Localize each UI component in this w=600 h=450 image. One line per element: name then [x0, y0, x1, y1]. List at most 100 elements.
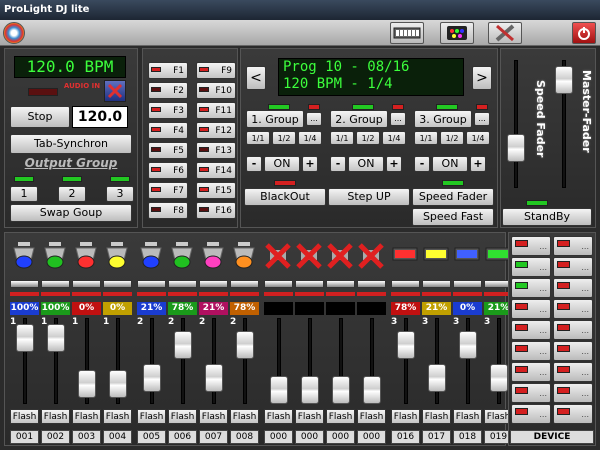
- power-icon[interactable]: [572, 22, 596, 44]
- channel-select-bar[interactable]: [168, 280, 197, 288]
- par-light-red-icon[interactable]: [72, 240, 100, 270]
- group-1-button[interactable]: 1. Group: [246, 110, 304, 128]
- disabled-x-icon[interactable]: [326, 240, 354, 270]
- tools-icon[interactable]: [488, 22, 522, 44]
- channel-flash-button[interactable]: Flash: [326, 409, 355, 424]
- channel-select-bar[interactable]: [137, 280, 166, 288]
- group-2-fraction-button[interactable]: 1/1: [330, 131, 354, 145]
- channel-fader-knob[interactable]: [363, 376, 381, 404]
- disabled-x-icon[interactable]: [357, 240, 385, 270]
- disabled-x-icon[interactable]: [295, 240, 323, 270]
- device-button[interactable]: ...: [511, 236, 551, 256]
- par-light-magenta-icon[interactable]: [199, 240, 227, 270]
- disabled-x-icon[interactable]: [264, 240, 292, 270]
- channel-select-bar[interactable]: [10, 280, 39, 288]
- program-next-button[interactable]: >: [472, 66, 492, 90]
- channel-fader-knob[interactable]: [205, 364, 223, 392]
- device-button[interactable]: ...: [511, 341, 551, 361]
- tab-synchron-button[interactable]: Tab-Synchron: [10, 134, 132, 154]
- group-3-minus-button[interactable]: -: [414, 156, 430, 172]
- channel-flash-button[interactable]: Flash: [422, 409, 451, 424]
- device-button[interactable]: ...: [511, 383, 551, 403]
- group-1-plus-button[interactable]: +: [302, 156, 318, 172]
- channel-flash-button[interactable]: Flash: [264, 409, 293, 424]
- group-1-fraction-button[interactable]: 1/4: [298, 131, 322, 145]
- group-1-more-button[interactable]: ...: [306, 112, 322, 126]
- device-button[interactable]: ...: [511, 320, 551, 340]
- group-1-fraction-button[interactable]: 1/2: [272, 131, 296, 145]
- step-up-button[interactable]: Step UP: [328, 188, 410, 206]
- channel-select-bar[interactable]: [264, 280, 293, 288]
- channel-fader-knob[interactable]: [174, 331, 192, 359]
- channel-select-bar[interactable]: [72, 280, 101, 288]
- group-2-fraction-button[interactable]: 1/2: [356, 131, 380, 145]
- channel-select-bar[interactable]: [422, 280, 451, 288]
- group-3-plus-button[interactable]: +: [470, 156, 486, 172]
- par-light-blue-icon[interactable]: [137, 240, 165, 270]
- master-fader-knob[interactable]: [555, 66, 573, 94]
- channel-fader-knob[interactable]: [397, 331, 415, 359]
- channel-select-bar[interactable]: [326, 280, 355, 288]
- channel-fader-knob[interactable]: [143, 364, 161, 392]
- channel-flash-button[interactable]: Flash: [357, 409, 386, 424]
- speed-fader-button[interactable]: Speed Fader: [412, 188, 494, 206]
- dmx-device-icon[interactable]: [440, 22, 474, 44]
- device-button[interactable]: ...: [553, 383, 593, 403]
- par-light-orange-icon[interactable]: [230, 240, 258, 270]
- channel-flash-button[interactable]: Flash: [391, 409, 420, 424]
- channel-fader-knob[interactable]: [16, 324, 34, 352]
- output-group-1-button[interactable]: 1: [10, 186, 38, 202]
- keyboard-icon[interactable]: [390, 22, 424, 44]
- device-button[interactable]: ...: [511, 278, 551, 298]
- device-button[interactable]: ...: [553, 341, 593, 361]
- device-button[interactable]: ...: [553, 320, 593, 340]
- group-3-fraction-button[interactable]: 1/4: [466, 131, 490, 145]
- led-bar-yellow-icon[interactable]: [422, 240, 450, 270]
- device-button[interactable]: ...: [553, 299, 593, 319]
- speed-fast-button[interactable]: Speed Fast: [412, 208, 494, 226]
- device-button[interactable]: ...: [511, 257, 551, 277]
- group-2-button[interactable]: 2. Group: [330, 110, 388, 128]
- group-2-more-button[interactable]: ...: [390, 112, 406, 126]
- app-logo-icon[interactable]: [3, 22, 25, 44]
- channel-fader-knob[interactable]: [459, 331, 477, 359]
- speed-fader-knob[interactable]: [507, 134, 525, 162]
- channel-select-bar[interactable]: [453, 280, 482, 288]
- stop-button[interactable]: Stop: [10, 106, 70, 128]
- par-light-green-icon[interactable]: [168, 240, 196, 270]
- channel-select-bar[interactable]: [357, 280, 386, 288]
- device-button[interactable]: ...: [511, 404, 551, 424]
- par-light-green-icon[interactable]: [41, 240, 69, 270]
- channel-select-bar[interactable]: [295, 280, 324, 288]
- device-button[interactable]: ...: [553, 404, 593, 424]
- group-2-fraction-button[interactable]: 1/4: [382, 131, 406, 145]
- group-1-on-button[interactable]: ON: [264, 156, 300, 172]
- device-button[interactable]: ...: [511, 299, 551, 319]
- device-button[interactable]: ...: [553, 236, 593, 256]
- channel-select-bar[interactable]: [103, 280, 132, 288]
- bpm-value[interactable]: 120.0: [72, 106, 128, 128]
- group-1-minus-button[interactable]: -: [246, 156, 262, 172]
- channel-flash-button[interactable]: Flash: [72, 409, 101, 424]
- channel-fader-knob[interactable]: [270, 376, 288, 404]
- channel-flash-button[interactable]: Flash: [230, 409, 259, 424]
- par-light-yellow-icon[interactable]: [103, 240, 131, 270]
- device-button[interactable]: ...: [553, 362, 593, 382]
- group-3-more-button[interactable]: ...: [474, 112, 490, 126]
- group-3-on-button[interactable]: ON: [432, 156, 468, 172]
- channel-flash-button[interactable]: Flash: [168, 409, 197, 424]
- device-button[interactable]: ...: [553, 257, 593, 277]
- channel-select-bar[interactable]: [41, 280, 70, 288]
- channel-fader-knob[interactable]: [47, 324, 65, 352]
- channel-fader-knob[interactable]: [428, 364, 446, 392]
- par-light-blue-icon[interactable]: [10, 240, 38, 270]
- audio-source-icon[interactable]: [104, 80, 126, 102]
- group-2-on-button[interactable]: ON: [348, 156, 384, 172]
- group-2-plus-button[interactable]: +: [386, 156, 402, 172]
- group-3-fraction-button[interactable]: 1/2: [440, 131, 464, 145]
- device-button[interactable]: ...: [553, 278, 593, 298]
- group-3-fraction-button[interactable]: 1/1: [414, 131, 438, 145]
- output-group-2-button[interactable]: 2: [58, 186, 86, 202]
- channel-flash-button[interactable]: Flash: [453, 409, 482, 424]
- group-3-button[interactable]: 3. Group: [414, 110, 472, 128]
